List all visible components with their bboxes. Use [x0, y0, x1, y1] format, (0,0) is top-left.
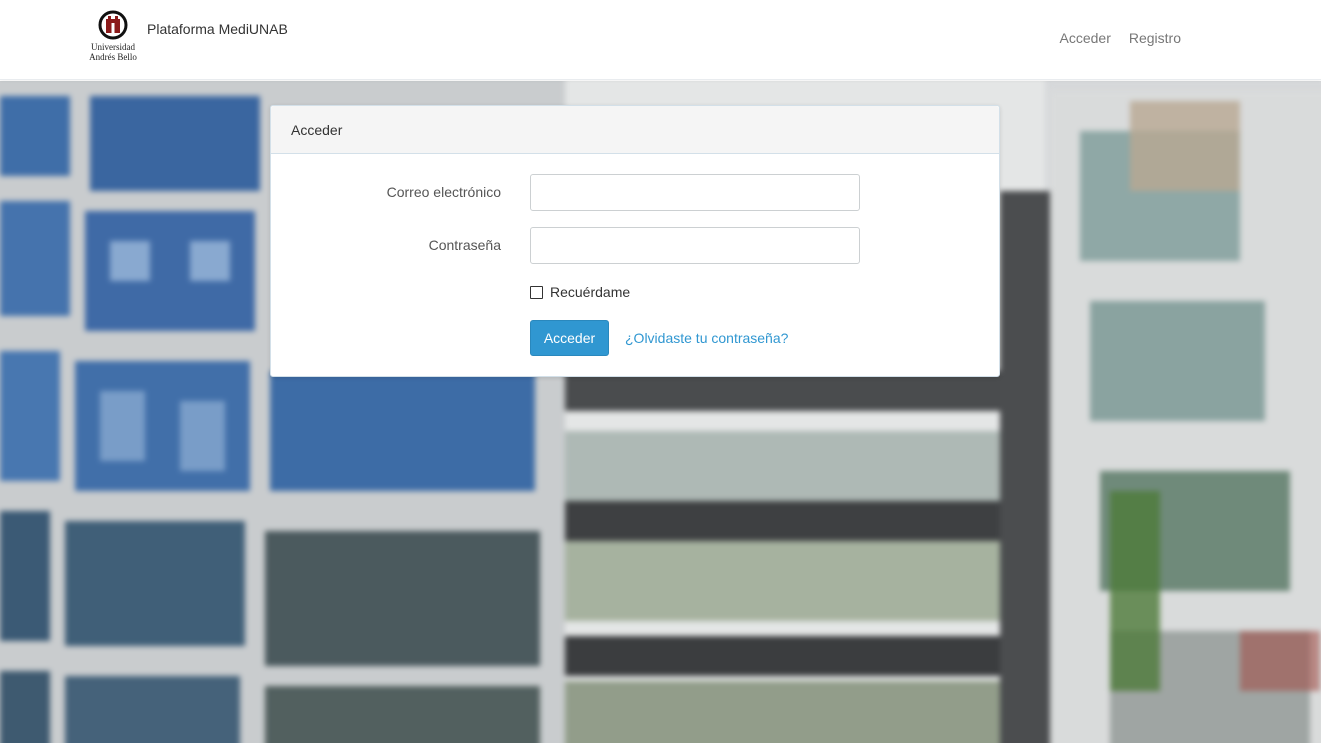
- brand-name: Plataforma MediUNAB: [147, 21, 288, 37]
- logo-text-line-2: Andrés Bello: [89, 52, 137, 62]
- university-seal-icon: [98, 10, 128, 40]
- navbar: Universidad Andrés Bello Plataforma Medi…: [0, 0, 1321, 80]
- password-label: Contraseña: [428, 237, 501, 253]
- login-button[interactable]: Acceder: [530, 320, 609, 356]
- email-label: Correo electrónico: [386, 184, 501, 200]
- remember-checkbox[interactable]: [530, 285, 543, 299]
- email-row: Correo electrónico: [271, 174, 1001, 211]
- logo-text-line-1: Universidad: [91, 42, 135, 52]
- brand-link[interactable]: Universidad Andrés Bello Plataforma Medi…: [84, 10, 288, 68]
- remember-me: Recuérdame: [530, 284, 630, 300]
- card-header-title: Acceder: [271, 106, 999, 154]
- nav-links: Acceder Registro: [1060, 30, 1182, 46]
- university-logo: Universidad Andrés Bello: [84, 10, 142, 68]
- nav-link-acceder[interactable]: Acceder: [1060, 30, 1111, 46]
- forgot-password-link[interactable]: ¿Olvidaste tu contraseña?: [625, 330, 788, 346]
- password-row: Contraseña: [271, 227, 1001, 264]
- password-field[interactable]: [530, 227, 860, 264]
- remember-label[interactable]: Recuérdame: [550, 284, 630, 300]
- login-card: Acceder Correo electrónico Contraseña Re…: [270, 105, 1000, 377]
- nav-link-registro[interactable]: Registro: [1129, 30, 1181, 46]
- email-field[interactable]: [530, 174, 860, 211]
